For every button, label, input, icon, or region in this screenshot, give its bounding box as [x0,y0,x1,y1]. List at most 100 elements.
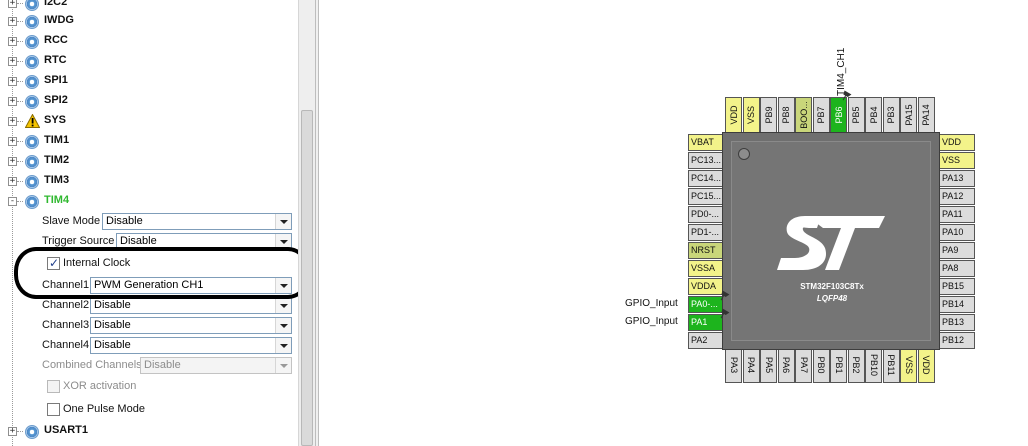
pin-label: PB13 [942,317,965,327]
internal-clock-checkbox[interactable]: ✓ [47,256,60,270]
pin-pa3[interactable]: PA3 [725,347,742,383]
tree-node[interactable]: + SYS [0,113,298,131]
pin-pa7[interactable]: PA7 [795,347,812,383]
channel2-select[interactable]: Disable [90,297,292,314]
pin-label: PB9 [763,106,774,124]
pin-pb14[interactable]: PB14 [939,296,975,313]
expand-icon[interactable]: + [8,57,17,66]
channel3-select[interactable]: Disable [90,317,292,334]
pin-pb10[interactable]: PB10 [865,347,882,383]
pin-pa9[interactable]: PA9 [939,242,975,259]
pin-label: PB15 [942,281,965,291]
pin-boo[interactable]: BOO... [795,97,812,133]
tree-node[interactable]: + RCC [0,33,298,51]
tree-node-label: RTC [44,54,67,66]
pin-pb3[interactable]: PB3 [882,97,900,133]
pin-vdd[interactable]: VDD [917,347,935,383]
tree-node[interactable]: + IWDG [0,13,298,31]
pin-pb13[interactable]: PB13 [939,314,975,331]
tree-node[interactable]: + SPI1 [0,73,298,91]
chevron-down-icon [275,358,291,373]
pin-pa12[interactable]: PA12 [939,188,975,205]
tree-node[interactable]: + TIM2 [0,153,298,171]
tree-node[interactable]: + I2C2 [0,0,298,13]
pin-pb4[interactable]: PB4 [865,97,882,133]
pin-pb6[interactable]: PB6 [830,97,847,133]
xor-activation-checkbox[interactable] [47,380,60,393]
tree-node[interactable]: + TIM1 [0,133,298,151]
pin-pa2[interactable]: PA2 [688,332,724,349]
trigger-source-select[interactable]: Disable [116,233,292,250]
expand-icon[interactable]: + [8,157,17,166]
pin-label: PA3 [728,356,739,374]
xor-activation-label: XOR activation [63,380,137,392]
pin-vss[interactable]: VSS [742,97,760,133]
pin-pc14[interactable]: PC14... [688,170,724,187]
expand-icon[interactable]: + [8,17,17,26]
tree-node[interactable]: + RTC [0,53,298,71]
pin-vdd[interactable]: VDD [725,97,742,133]
collapse-icon[interactable]: - [8,197,17,206]
pin-pb2[interactable]: PB2 [847,347,865,383]
pin-vdd[interactable]: VDD [939,134,975,151]
tree-node-label: SPI1 [44,74,68,86]
pin-pb15[interactable]: PB15 [939,278,975,295]
combined-channels-select[interactable]: Disable [140,357,292,374]
pin-pa14[interactable]: PA14 [917,97,935,133]
pin-label: PA1 [691,317,708,327]
channel3-value: Disable [94,319,131,331]
pin-vssa[interactable]: VSSA [688,260,724,277]
chip-die: STM32F103C8Tx LQFP48 [731,141,931,341]
pin-pa5[interactable]: PA5 [760,347,777,383]
pin-vbat[interactable]: VBAT [688,134,724,151]
pin-pc15[interactable]: PC15... [688,188,724,205]
pin-pb9[interactable]: PB9 [760,97,777,133]
tree-connector [17,201,23,202]
pin-vss[interactable]: VSS [939,152,975,169]
expand-icon[interactable]: + [8,177,17,186]
tree-scrollbar[interactable] [298,0,315,446]
pin-pb11[interactable]: PB11 [882,347,900,383]
pin-vss[interactable]: VSS [900,347,917,383]
tree-node[interactable]: - TIM4 [0,193,298,211]
pin-pb0[interactable]: PB0 [812,347,830,383]
pin-pa10[interactable]: PA10 [939,224,975,241]
checkmark-icon: ✓ [49,256,60,270]
tree-node[interactable]: + USART1 [0,423,298,441]
expand-icon[interactable]: + [8,137,17,146]
pin-nrst[interactable]: NRST [688,242,724,259]
pin-pb7[interactable]: PB7 [812,97,830,133]
one-pulse-mode-checkbox[interactable] [47,403,60,416]
expand-icon[interactable]: + [8,427,17,436]
tree-connector [17,81,23,82]
gear-icon [25,155,39,169]
panel-splitter[interactable] [315,0,319,446]
tree-node[interactable]: + TIM3 [0,173,298,191]
pin-pd1[interactable]: PD1-... [688,224,724,241]
expand-icon[interactable]: + [8,117,17,126]
pin-pd0[interactable]: PD0-... [688,206,724,223]
expand-icon[interactable]: + [8,97,17,106]
channel4-select[interactable]: Disable [90,337,292,354]
st-logo-icon [777,216,885,270]
tree-node[interactable]: + SPI2 [0,93,298,111]
slave-mode-select[interactable]: Disable [102,213,292,230]
channel1-select[interactable]: PWM Generation CH1 [90,277,292,294]
scrollbar-thumb[interactable] [301,110,313,446]
pin-label: PB6 [833,106,844,124]
pin-pb5[interactable]: PB5 [847,97,865,133]
pin-pa13[interactable]: PA13 [939,170,975,187]
pin-pb1[interactable]: PB1 [830,347,847,383]
pin-pa8[interactable]: PA8 [939,260,975,277]
expand-icon[interactable]: + [8,37,17,46]
pin-pa11[interactable]: PA11 [939,206,975,223]
pin-pc13[interactable]: PC13... [688,152,724,169]
pin-pb8[interactable]: PB8 [777,97,795,133]
pin-pa6[interactable]: PA6 [777,347,795,383]
expand-icon[interactable]: + [8,77,17,86]
pin-pa4[interactable]: PA4 [742,347,760,383]
expand-icon[interactable]: + [8,0,17,8]
pin-pa15[interactable]: PA15 [900,97,917,133]
pin-pb12[interactable]: PB12 [939,332,975,349]
tree-connector [17,41,23,42]
